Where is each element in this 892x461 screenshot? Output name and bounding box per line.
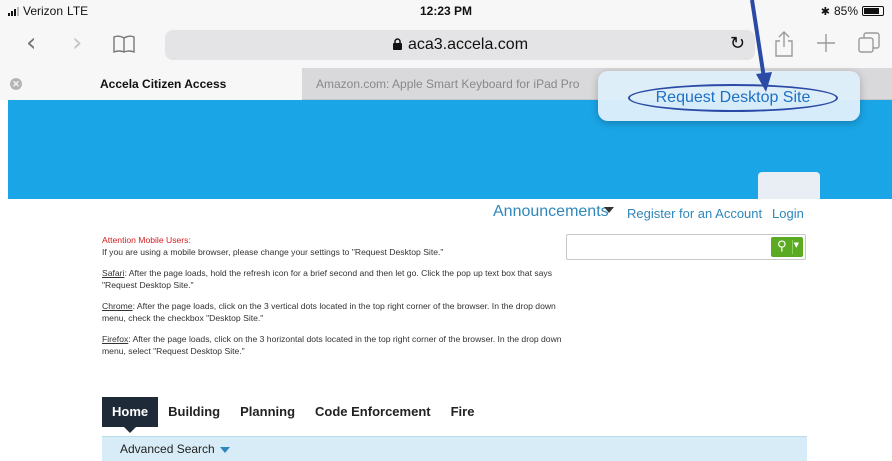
notice-chrome: Chrome: After the page loads, click on t… [102, 301, 562, 324]
new-tab-icon[interactable] [816, 33, 836, 58]
chrome-text: : After the page loads, click on the 3 v… [102, 301, 556, 323]
address-bar[interactable]: aca3.accela.com ↻ [165, 30, 755, 60]
register-link[interactable]: Register for an Account [627, 206, 762, 221]
search-button[interactable]: ⚲ ▼ [771, 237, 803, 257]
attention-heading: Attention Mobile Users: [102, 235, 191, 245]
tab-amazon[interactable]: Amazon.com: Apple Smart Keyboard for iPa… [302, 68, 602, 123]
status-right: ✱ 85% [821, 4, 884, 18]
mobile-notice: Attention Mobile Users: If you are using… [102, 235, 562, 367]
tabs-icon[interactable] [858, 32, 880, 59]
dropdown-icon[interactable]: ▼ [794, 241, 799, 249]
notice-intro: If you are using a mobile browser, pleas… [102, 246, 444, 257]
sub-nav-bar: Advanced Search [102, 436, 807, 461]
nav-fire[interactable]: Fire [441, 397, 485, 427]
caret-down-icon[interactable] [220, 447, 230, 453]
search-icon: ⚲ [777, 239, 787, 254]
tab-label: Accela Citizen Access [100, 77, 227, 91]
bookmarks-icon[interactable] [113, 34, 135, 59]
main-nav: Home Building Planning Code Enforcement … [102, 397, 485, 433]
annotation-arrow-icon [750, 0, 772, 92]
firefox-text: : After the page loads, click on the 3 h… [102, 334, 562, 356]
nav-building[interactable]: Building [158, 397, 230, 427]
battery-icon [862, 6, 884, 16]
notice-safari: Safari: After the page loads, hold the r… [102, 268, 562, 291]
url-display: aca3.accela.com [165, 36, 755, 54]
battery-percent: 85% [833, 4, 858, 18]
firefox-label: Firefox [102, 334, 129, 344]
nav-planning[interactable]: Planning [230, 397, 305, 427]
back-icon[interactable]: ‹ [26, 30, 36, 56]
caret-down-icon[interactable] [604, 207, 614, 213]
login-link[interactable]: Login [772, 206, 804, 221]
announcements-link[interactable]: Announcements [493, 203, 609, 221]
global-search-input[interactable]: ⚲ ▼ [566, 234, 806, 260]
banner-tab [758, 172, 820, 199]
url-text: aca3.accela.com [407, 36, 529, 53]
notice-firefox: Firefox: After the page loads, click on … [102, 334, 562, 357]
advanced-search-link[interactable]: Advanced Search [120, 442, 215, 456]
safari-text: : After the page loads, hold the refresh… [102, 268, 553, 290]
tab-accela[interactable]: ✕ Accela Citizen Access [0, 68, 302, 100]
chrome-label: Chrome [102, 301, 133, 311]
close-tab-icon[interactable]: ✕ [10, 78, 22, 90]
nav-home[interactable]: Home [102, 397, 159, 433]
forward-icon[interactable]: › [72, 30, 82, 56]
nav-code-enforcement[interactable]: Code Enforcement [305, 397, 441, 427]
bluetooth-icon: ✱ [820, 4, 830, 18]
safari-label: Safari [102, 268, 125, 278]
lock-icon [392, 37, 403, 50]
